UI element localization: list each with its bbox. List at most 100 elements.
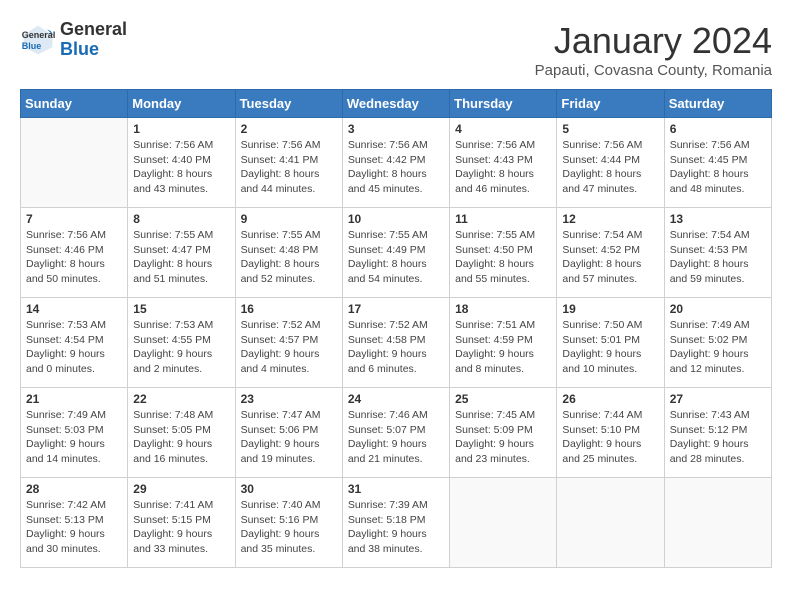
day-info: Sunrise: 7:56 AMSunset: 4:46 PMDaylight:… (26, 228, 122, 287)
calendar-cell: 18 Sunrise: 7:51 AMSunset: 4:59 PMDayligh… (450, 298, 557, 388)
calendar-cell: 11 Sunrise: 7:55 AMSunset: 4:50 PMDayligh… (450, 208, 557, 298)
day-info: Sunrise: 7:55 AMSunset: 4:49 PMDaylight:… (348, 228, 444, 287)
calendar-cell: 7 Sunrise: 7:56 AMSunset: 4:46 PMDaylight… (21, 208, 128, 298)
calendar-cell: 27 Sunrise: 7:43 AMSunset: 5:12 PMDayligh… (664, 388, 771, 478)
day-number: 10 (348, 212, 444, 226)
day-number: 4 (455, 122, 551, 136)
calendar-cell: 15 Sunrise: 7:53 AMSunset: 4:55 PMDayligh… (128, 298, 235, 388)
day-number: 7 (26, 212, 122, 226)
calendar-cell: 26Sunrise: 7:44 AMSunset: 5:10 PMDayligh… (557, 388, 664, 478)
day-number: 13 (670, 212, 766, 226)
day-number: 14 (26, 302, 122, 316)
logo-general-text: General (60, 20, 127, 40)
day-info: Sunrise: 7:53 AMSunset: 4:55 PMDaylight:… (133, 318, 229, 377)
day-info: Sunrise: 7:55 AMSunset: 4:50 PMDaylight:… (455, 228, 551, 287)
day-header-monday: Monday (128, 90, 235, 118)
calendar-cell: 10 Sunrise: 7:55 AMSunset: 4:49 PMDayligh… (342, 208, 449, 298)
day-info: Sunrise: 7:45 AMSunset: 5:09 PMDaylight:… (455, 408, 551, 467)
day-number: 3 (348, 122, 444, 136)
day-info: Sunrise: 7:49 AMSunset: 5:02 PMDaylight:… (670, 318, 766, 377)
day-number: 8 (133, 212, 229, 226)
day-number: 1 (133, 122, 229, 136)
svg-text:Blue: Blue (22, 41, 42, 51)
page-header: General Blue General Blue January 2024 P… (20, 20, 772, 79)
calendar-cell: 20 Sunrise: 7:49 AMSunset: 5:02 PMDayligh… (664, 298, 771, 388)
day-info: Sunrise: 7:53 AMSunset: 4:54 PMDaylight:… (26, 318, 122, 377)
day-number: 17 (348, 302, 444, 316)
days-of-week-row: SundayMondayTuesdayWednesdayThursdayFrid… (21, 90, 772, 118)
day-info: Sunrise: 7:51 AMSunset: 4:59 PMDaylight:… (455, 318, 551, 377)
calendar-cell: 16Sunrise: 7:52 AMSunset: 4:57 PMDayligh… (235, 298, 342, 388)
calendar-cell: 1 Sunrise: 7:56 AMSunset: 4:40 PMDaylight… (128, 118, 235, 208)
day-number: 29 (133, 482, 229, 496)
calendar-body: 1 Sunrise: 7:56 AMSunset: 4:40 PMDaylight… (21, 118, 772, 568)
day-number: 6 (670, 122, 766, 136)
day-number: 15 (133, 302, 229, 316)
day-header-tuesday: Tuesday (235, 90, 342, 118)
day-info: Sunrise: 7:39 AMSunset: 5:18 PMDaylight:… (348, 498, 444, 557)
day-number: 27 (670, 392, 766, 406)
day-info: Sunrise: 7:55 AMSunset: 4:47 PMDaylight:… (133, 228, 229, 287)
day-header-sunday: Sunday (21, 90, 128, 118)
day-number: 11 (455, 212, 551, 226)
logo: General Blue General Blue (20, 20, 127, 60)
calendar-week-4: 21Sunrise: 7:49 AMSunset: 5:03 PMDayligh… (21, 388, 772, 478)
calendar-cell: 25Sunrise: 7:45 AMSunset: 5:09 PMDayligh… (450, 388, 557, 478)
day-number: 23 (241, 392, 337, 406)
day-header-friday: Friday (557, 90, 664, 118)
day-number: 18 (455, 302, 551, 316)
calendar-week-2: 7 Sunrise: 7:56 AMSunset: 4:46 PMDaylight… (21, 208, 772, 298)
day-info: Sunrise: 7:54 AMSunset: 4:53 PMDaylight:… (670, 228, 766, 287)
day-info: Sunrise: 7:56 AMSunset: 4:41 PMDaylight:… (241, 138, 337, 197)
calendar-table: SundayMondayTuesdayWednesdayThursdayFrid… (20, 89, 772, 568)
day-info: Sunrise: 7:50 AMSunset: 5:01 PMDaylight:… (562, 318, 658, 377)
calendar-cell: 23 Sunrise: 7:47 AMSunset: 5:06 PMDayligh… (235, 388, 342, 478)
day-info: Sunrise: 7:56 AMSunset: 4:40 PMDaylight:… (133, 138, 229, 197)
calendar-week-5: 28 Sunrise: 7:42 AMSunset: 5:13 PMDayligh… (21, 478, 772, 568)
calendar-cell: 6 Sunrise: 7:56 AMSunset: 4:45 PMDaylight… (664, 118, 771, 208)
calendar-cell: 9Sunrise: 7:55 AMSunset: 4:48 PMDaylight… (235, 208, 342, 298)
day-info: Sunrise: 7:42 AMSunset: 5:13 PMDaylight:… (26, 498, 122, 557)
calendar-cell: 12Sunrise: 7:54 AMSunset: 4:52 PMDayligh… (557, 208, 664, 298)
day-info: Sunrise: 7:41 AMSunset: 5:15 PMDaylight:… (133, 498, 229, 557)
day-header-wednesday: Wednesday (342, 90, 449, 118)
calendar-cell: 13 Sunrise: 7:54 AMSunset: 4:53 PMDayligh… (664, 208, 771, 298)
day-info: Sunrise: 7:56 AMSunset: 4:45 PMDaylight:… (670, 138, 766, 197)
calendar-cell: 5Sunrise: 7:56 AMSunset: 4:44 PMDaylight… (557, 118, 664, 208)
calendar-cell: 3Sunrise: 7:56 AMSunset: 4:42 PMDaylight… (342, 118, 449, 208)
day-info: Sunrise: 7:46 AMSunset: 5:07 PMDaylight:… (348, 408, 444, 467)
title-block: January 2024 Papauti, Covasna County, Ro… (535, 20, 772, 79)
day-number: 5 (562, 122, 658, 136)
logo-text: General Blue (60, 20, 127, 60)
day-number: 20 (670, 302, 766, 316)
day-info: Sunrise: 7:47 AMSunset: 5:06 PMDaylight:… (241, 408, 337, 467)
calendar-cell (21, 118, 128, 208)
day-info: Sunrise: 7:43 AMSunset: 5:12 PMDaylight:… (670, 408, 766, 467)
logo-blue-text: Blue (60, 40, 127, 60)
calendar-cell: 24Sunrise: 7:46 AMSunset: 5:07 PMDayligh… (342, 388, 449, 478)
calendar-header: SundayMondayTuesdayWednesdayThursdayFrid… (21, 90, 772, 118)
day-info: Sunrise: 7:55 AMSunset: 4:48 PMDaylight:… (241, 228, 337, 287)
day-header-thursday: Thursday (450, 90, 557, 118)
calendar-cell: 8 Sunrise: 7:55 AMSunset: 4:47 PMDaylight… (128, 208, 235, 298)
calendar-cell: 22 Sunrise: 7:48 AMSunset: 5:05 PMDayligh… (128, 388, 235, 478)
calendar-cell (450, 478, 557, 568)
location-subtitle: Papauti, Covasna County, Romania (535, 62, 772, 79)
calendar-cell: 17Sunrise: 7:52 AMSunset: 4:58 PMDayligh… (342, 298, 449, 388)
calendar-cell (664, 478, 771, 568)
calendar-cell: 31Sunrise: 7:39 AMSunset: 5:18 PMDayligh… (342, 478, 449, 568)
day-info: Sunrise: 7:48 AMSunset: 5:05 PMDaylight:… (133, 408, 229, 467)
calendar-cell: 14 Sunrise: 7:53 AMSunset: 4:54 PMDayligh… (21, 298, 128, 388)
calendar-cell: 4 Sunrise: 7:56 AMSunset: 4:43 PMDaylight… (450, 118, 557, 208)
calendar-cell (557, 478, 664, 568)
calendar-cell: 2Sunrise: 7:56 AMSunset: 4:41 PMDaylight… (235, 118, 342, 208)
day-number: 12 (562, 212, 658, 226)
day-info: Sunrise: 7:56 AMSunset: 4:43 PMDaylight:… (455, 138, 551, 197)
day-number: 30 (241, 482, 337, 496)
calendar-cell: 30Sunrise: 7:40 AMSunset: 5:16 PMDayligh… (235, 478, 342, 568)
day-number: 19 (562, 302, 658, 316)
day-number: 16 (241, 302, 337, 316)
day-number: 22 (133, 392, 229, 406)
day-number: 28 (26, 482, 122, 496)
calendar-cell: 29 Sunrise: 7:41 AMSunset: 5:15 PMDayligh… (128, 478, 235, 568)
